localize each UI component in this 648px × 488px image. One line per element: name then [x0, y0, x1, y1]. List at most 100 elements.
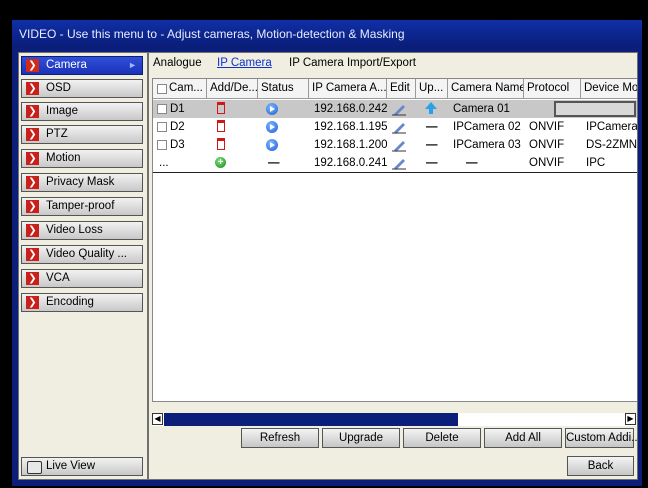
sidebar-item-osd[interactable]: ❯ OSD	[21, 79, 143, 98]
camera-id: D3	[170, 139, 185, 151]
chevron-right-icon: ❯	[26, 176, 39, 189]
chevron-right-icon: ❯	[26, 128, 39, 141]
sidebar: ❯ Camera ► ❯ OSD ❯ Image ❯ PTZ ❯ Motion …	[18, 52, 148, 480]
custom-add-button[interactable]: Custom Addi...	[565, 428, 637, 448]
device-model: DS-2ZMN2	[586, 139, 638, 151]
scroll-left-icon[interactable]: ◀	[152, 413, 163, 425]
camera-id: D2	[170, 121, 185, 133]
column-header-add-delete[interactable]: Add/De...	[207, 79, 258, 99]
sidebar-item-encoding[interactable]: ❯ Encoding	[21, 293, 143, 312]
protocol: ONVIF	[529, 139, 565, 151]
sidebar-item-label: Image	[46, 105, 78, 117]
submenu-arrow-icon: ►	[128, 60, 137, 70]
camera-name: —	[466, 157, 478, 169]
sidebar-item-vca[interactable]: ❯ VCA	[21, 269, 143, 288]
sidebar-item-label: VCA	[46, 272, 70, 284]
tab-analogue[interactable]: Analogue	[153, 57, 202, 69]
chevron-right-icon: ❯	[26, 272, 39, 285]
chevron-right-icon: ❯	[26, 224, 39, 237]
delete-icon[interactable]	[217, 102, 225, 114]
delete-icon[interactable]	[217, 138, 225, 150]
select-all-checkbox[interactable]	[157, 84, 167, 94]
column-header-edit[interactable]: Edit	[387, 79, 416, 99]
scroll-right-icon[interactable]: ▶	[625, 413, 636, 425]
row-checkbox[interactable]	[157, 122, 167, 132]
back-button[interactable]: Back	[567, 456, 634, 476]
upgrade-button[interactable]: Upgrade	[322, 428, 400, 448]
table-row[interactable]: D2 192.168.1.195 — IPCamera 02 ONVIF IPC…	[153, 118, 637, 136]
table-row[interactable]: D3 192.168.1.200 — IPCamera 03 ONVIF DS-…	[153, 136, 637, 154]
sidebar-item-video-loss[interactable]: ❯ Video Loss	[21, 221, 143, 240]
sidebar-item-label: Motion	[46, 152, 81, 164]
camera-name: IPCamera 02	[453, 121, 521, 133]
chevron-right-icon: ❯	[26, 152, 39, 165]
camera-id: ...	[159, 157, 169, 169]
chevron-right-icon: ❯	[26, 296, 39, 309]
play-status-icon[interactable]	[266, 121, 278, 133]
tab-bar: Analogue IP Camera IP Camera Import/Expo…	[149, 53, 637, 73]
sidebar-item-motion[interactable]: ❯ Motion	[21, 149, 143, 168]
sidebar-item-tamper-proof[interactable]: ❯ Tamper-proof	[21, 197, 143, 216]
device-model: IPC	[586, 157, 606, 169]
live-view-label: Live View	[46, 460, 96, 472]
protocol-dropdown[interactable]	[554, 101, 636, 117]
row-checkbox[interactable]	[157, 140, 167, 150]
camera-id: D1	[170, 103, 185, 115]
horizontal-scrollbar[interactable]: ◀ ▶	[152, 413, 636, 426]
sidebar-item-image[interactable]: ❯ Image	[21, 102, 143, 121]
delete-icon[interactable]	[217, 120, 225, 132]
camera-table: Cam... Add/De... Status IP Camera A... E…	[152, 78, 637, 402]
edit-icon[interactable]	[391, 120, 407, 134]
camera-name: Camera 01	[453, 103, 510, 115]
sidebar-item-privacy-mask[interactable]: ❯ Privacy Mask	[21, 173, 143, 192]
sidebar-item-label: PTZ	[46, 128, 68, 140]
column-header-camera-name[interactable]: Camera Name	[448, 79, 524, 99]
upgrade-value: —	[426, 139, 438, 151]
column-header-ip-address[interactable]: IP Camera A...	[309, 79, 387, 99]
column-header-protocol[interactable]: Protocol	[524, 79, 581, 99]
chevron-right-icon: ❯	[26, 82, 39, 95]
play-status-icon[interactable]	[266, 139, 278, 151]
table-row[interactable]: ... + — 192.168.0.241 — — ONVIF IPC	[153, 154, 637, 173]
ip-address: 192.168.0.241	[314, 157, 387, 169]
chevron-right-icon: ❯	[26, 59, 39, 72]
device-model: IPCamera	[586, 121, 638, 133]
edit-icon[interactable]	[391, 156, 407, 170]
chevron-right-icon: ❯	[26, 105, 39, 118]
sidebar-item-label: Camera	[46, 59, 87, 71]
sidebar-item-ptz[interactable]: ❯ PTZ	[21, 125, 143, 144]
edit-icon[interactable]	[391, 138, 407, 152]
protocol: ONVIF	[529, 121, 565, 133]
upgrade-value: —	[426, 157, 438, 169]
add-icon[interactable]: +	[215, 157, 226, 168]
tab-ip-camera-import-export[interactable]: IP Camera Import/Export	[289, 57, 416, 69]
edit-icon[interactable]	[391, 102, 407, 116]
delete-button[interactable]: Delete	[403, 428, 481, 448]
ip-address: 192.168.1.195	[314, 121, 387, 133]
column-header-device-model[interactable]: Device Mo	[581, 79, 637, 99]
window-title: VIDEO - Use this menu to - Adjust camera…	[12, 20, 642, 46]
status-value: —	[268, 157, 280, 169]
sidebar-item-video-quality[interactable]: ❯ Video Quality ...	[21, 245, 143, 264]
main-window: VIDEO - Use this menu to - Adjust camera…	[12, 20, 642, 486]
table-row[interactable]: D1 192.168.0.242 Camera 01	[153, 100, 637, 118]
scrollbar-thumb[interactable]	[164, 413, 458, 426]
sidebar-item-label: Privacy Mask	[46, 176, 115, 188]
play-status-icon[interactable]	[266, 103, 278, 115]
row-checkbox[interactable]	[157, 104, 167, 114]
column-header-status[interactable]: Status	[258, 79, 309, 99]
main-panel: Analogue IP Camera IP Camera Import/Expo…	[148, 52, 638, 480]
column-header-camera[interactable]: Cam...	[153, 79, 207, 99]
sidebar-item-label: Encoding	[46, 296, 94, 308]
column-header-upgrade[interactable]: Up...	[416, 79, 448, 99]
chevron-right-icon: ❯	[26, 200, 39, 213]
sidebar-item-label: Tamper-proof	[46, 200, 115, 212]
sidebar-item-label: Video Quality ...	[46, 248, 127, 260]
upgrade-icon[interactable]	[425, 102, 437, 114]
live-view-button[interactable]: Live View	[21, 457, 143, 476]
sidebar-item-label: OSD	[46, 82, 71, 94]
add-all-button[interactable]: Add All	[484, 428, 562, 448]
sidebar-item-camera[interactable]: ❯ Camera ►	[21, 56, 143, 75]
tab-ip-camera[interactable]: IP Camera	[217, 57, 272, 69]
refresh-button[interactable]: Refresh	[241, 428, 319, 448]
